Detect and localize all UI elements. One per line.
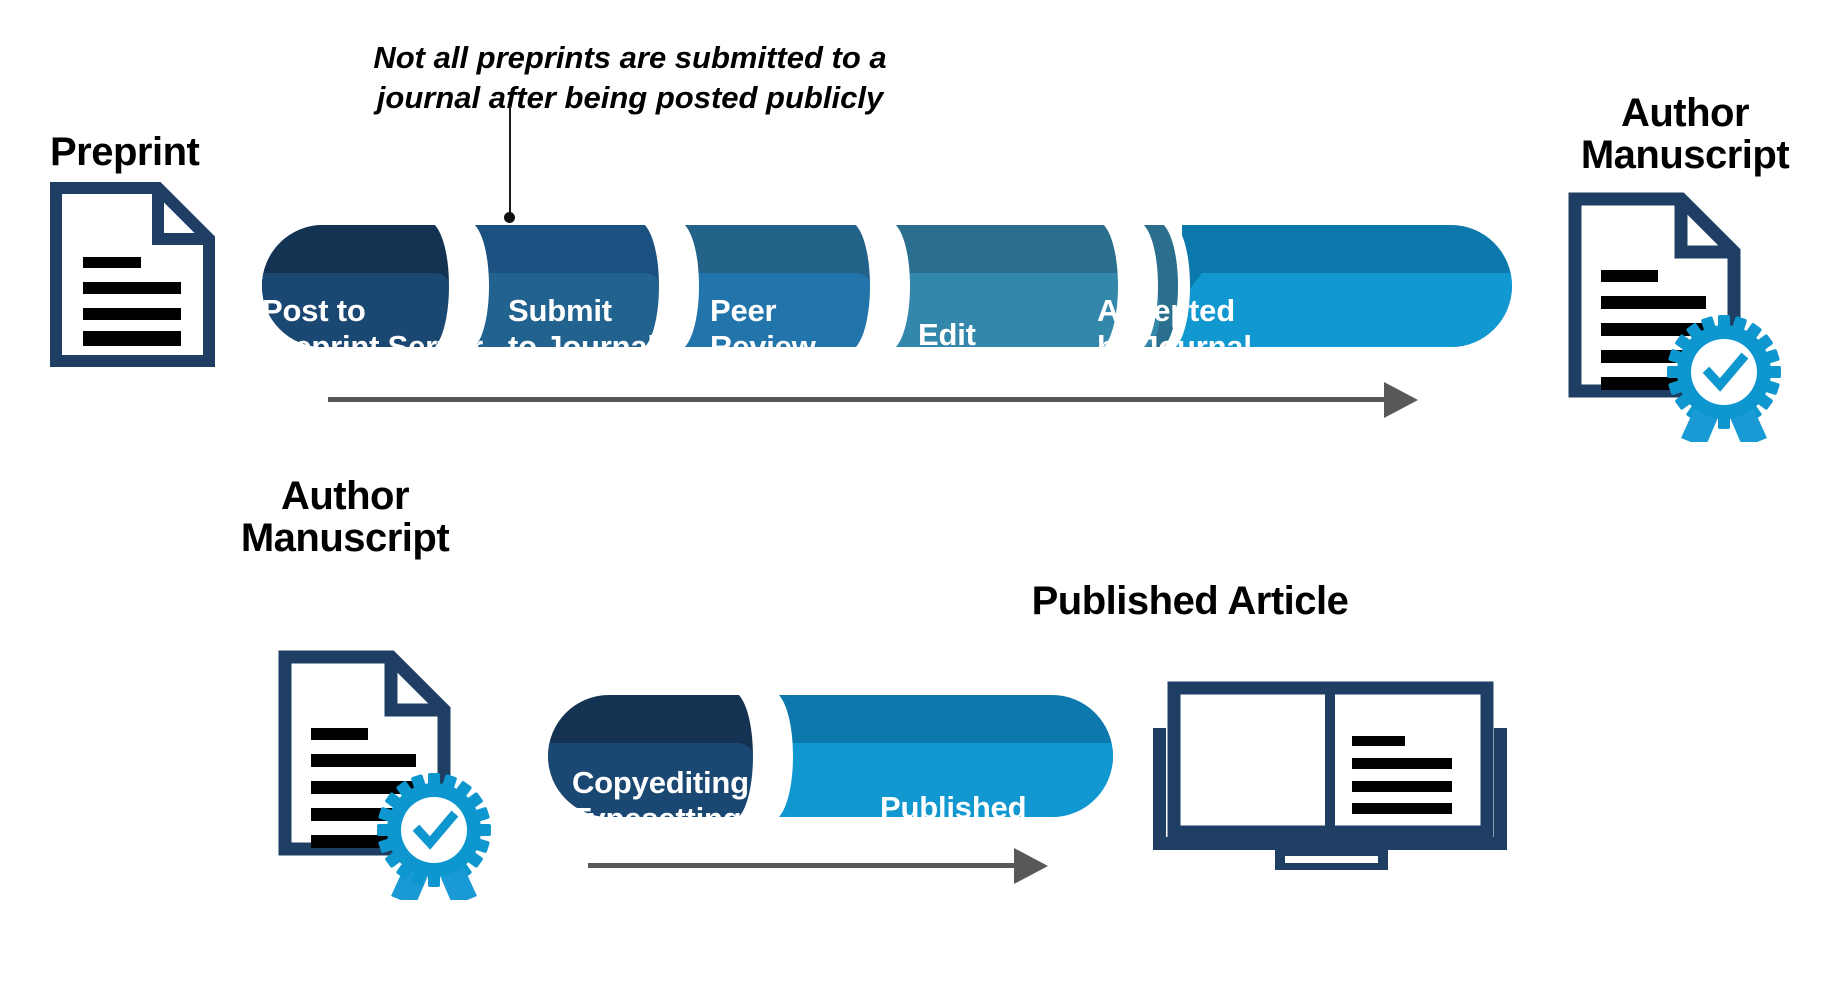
- annotation-leader-line: [509, 106, 511, 216]
- bottom-workflow-banner: [548, 695, 1113, 817]
- top-workflow-banner: [262, 225, 1512, 347]
- author-manuscript-label-top: Author Manuscript: [1580, 91, 1790, 178]
- published-article-label: Published Article: [1031, 579, 1349, 623]
- preprint-label: Preprint: [50, 130, 200, 174]
- author-manuscript-document-icon-top: [1568, 192, 1798, 442]
- diagram-canvas: Not all preprints are submitted to a jou…: [0, 0, 1827, 991]
- bstage-1-shape: [548, 695, 793, 817]
- annotation-text: Not all preprints are submitted to a jou…: [373, 40, 887, 115]
- annotation-leader-dot: [504, 212, 515, 223]
- published-article-book-icon: [1145, 640, 1545, 890]
- author-manuscript-document-icon-bottom: [278, 650, 508, 900]
- author-manuscript-label-bottom: Author Manuscript: [240, 474, 450, 561]
- stage-5-shape: [1126, 225, 1512, 347]
- preprint-document-lines: [83, 253, 193, 363]
- stage-1-shape: [262, 225, 489, 347]
